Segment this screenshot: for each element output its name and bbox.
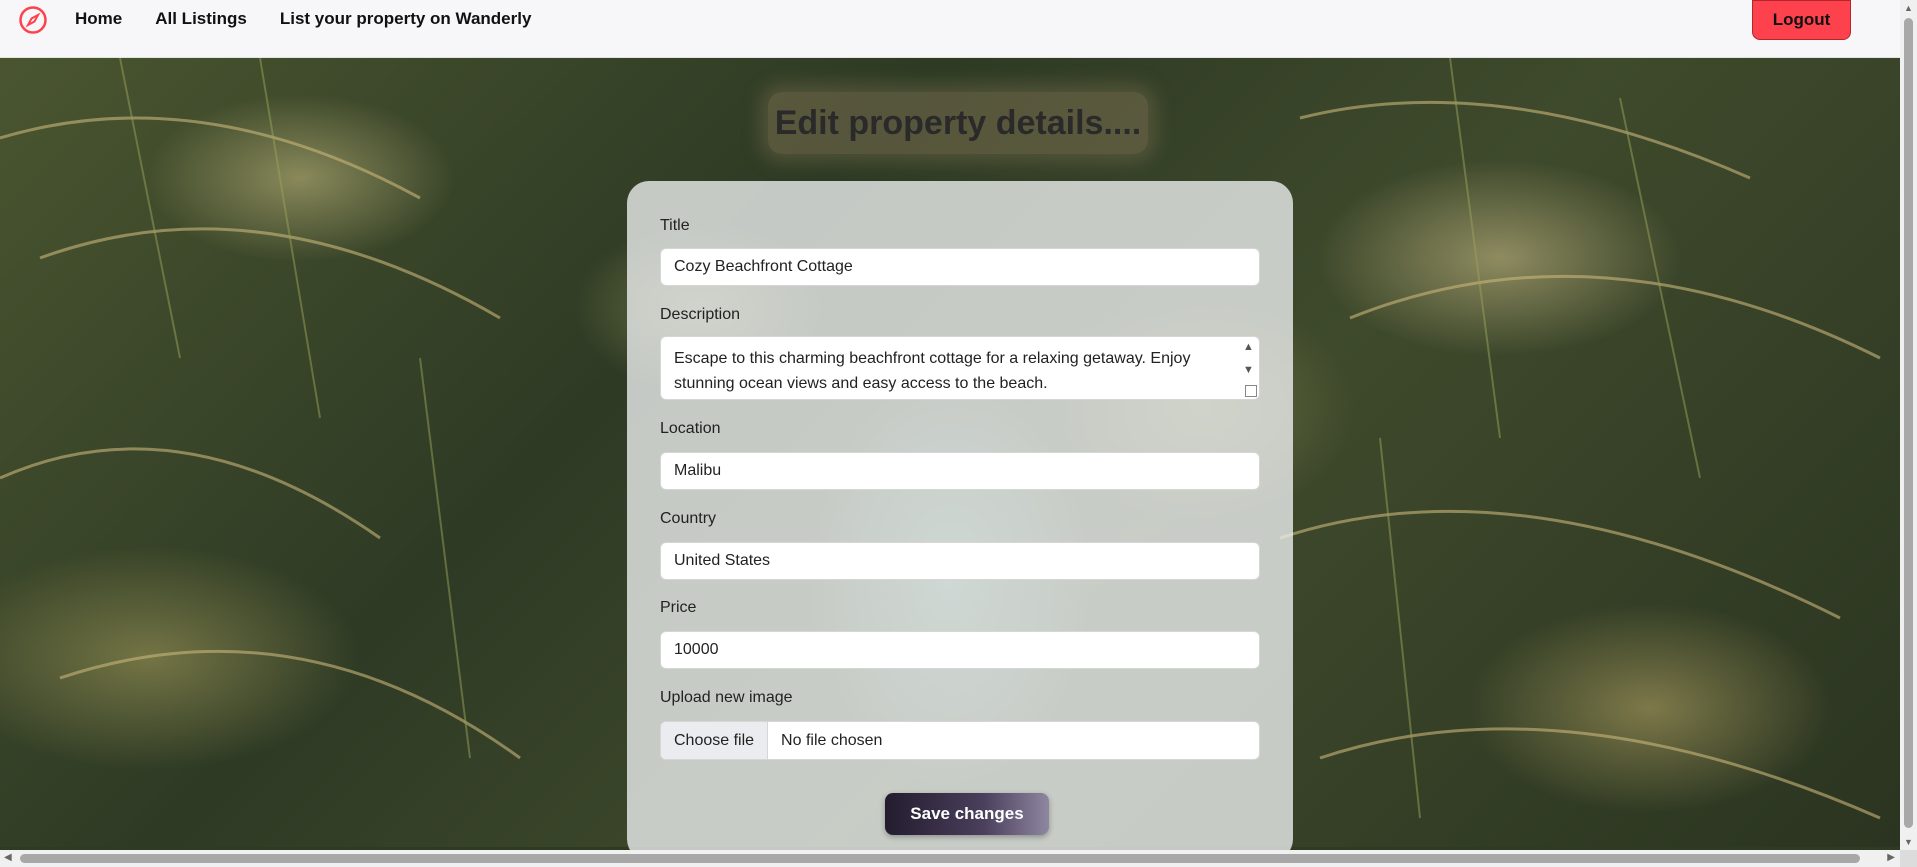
price-input[interactable] [660, 631, 1260, 669]
scroll-right-arrow-icon[interactable]: ▶ [1887, 852, 1895, 863]
image-file-input[interactable]: Choose file No file chosen [660, 721, 1260, 760]
page-title: Edit property details.... [768, 92, 1148, 154]
title-label: Title [660, 217, 690, 234]
nav-link-home[interactable]: Home [75, 9, 122, 29]
logout-button[interactable]: Logout [1752, 0, 1851, 40]
save-changes-button[interactable]: Save changes [885, 793, 1049, 835]
nav-link-list-property[interactable]: List your property on Wanderly [280, 9, 532, 29]
compass-icon[interactable] [18, 5, 48, 35]
price-label: Price [660, 599, 697, 616]
horizontal-scroll-thumb[interactable] [20, 854, 1860, 863]
location-input[interactable] [660, 452, 1260, 490]
choose-file-button[interactable]: Choose file [661, 722, 769, 759]
resize-handle-icon[interactable] [1245, 385, 1257, 397]
description-text: Escape to this charming beachfront cotta… [674, 350, 1191, 392]
scroll-up-arrow-icon[interactable]: ▲ [1904, 3, 1913, 13]
scroll-down-icon[interactable]: ▼ [1243, 365, 1254, 376]
horizontal-scrollbar[interactable]: ◀ ▶ [0, 850, 1917, 867]
image-upload-label: Upload new image [660, 689, 793, 706]
scrollbar-corner [1900, 850, 1917, 867]
vertical-scroll-thumb[interactable] [1904, 18, 1913, 828]
vertical-scrollbar[interactable]: ▲ ▼ [1900, 0, 1917, 850]
country-input[interactable] [660, 542, 1260, 580]
country-label: Country [660, 510, 717, 527]
navbar: Home All Listings List your property on … [0, 0, 1900, 58]
location-label: Location [660, 420, 721, 437]
title-input[interactable] [660, 248, 1260, 286]
file-status-text: No file chosen [781, 731, 883, 749]
description-label: Description [660, 306, 741, 323]
scroll-down-arrow-icon[interactable]: ▼ [1904, 837, 1913, 847]
nav-links: Home All Listings List your property on … [75, 9, 564, 29]
scroll-up-icon[interactable]: ▲ [1243, 342, 1254, 353]
scroll-left-arrow-icon[interactable]: ◀ [4, 852, 12, 863]
nav-link-all-listings[interactable]: All Listings [155, 9, 247, 29]
edit-listing-form: Title Description Escape to this charmin… [627, 181, 1293, 861]
description-textarea[interactable]: Escape to this charming beachfront cotta… [660, 336, 1260, 400]
